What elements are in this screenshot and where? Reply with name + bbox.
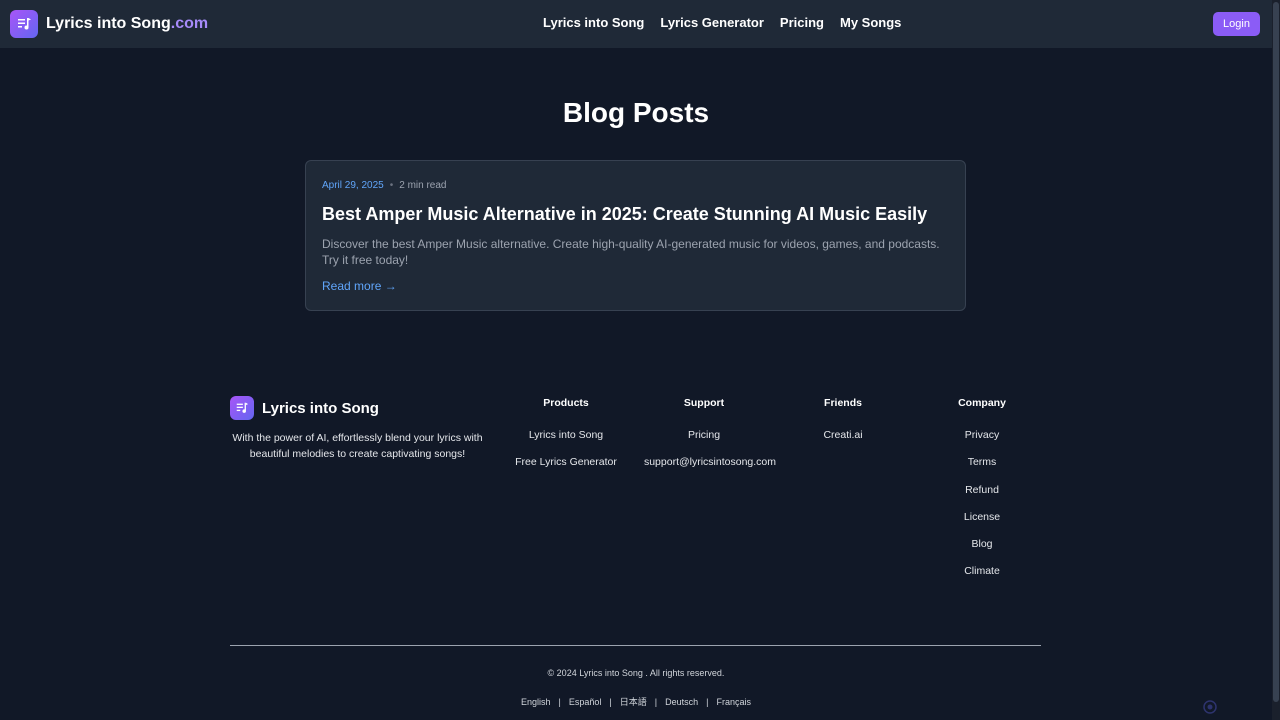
main-nav: Lyrics into Song Lyrics Generator Pricin… bbox=[543, 15, 901, 30]
language-japanese[interactable]: 日本語 bbox=[620, 697, 647, 707]
top-navbar: Lyrics into Song.com Lyrics into Song Ly… bbox=[0, 0, 1272, 48]
site-logo[interactable]: Lyrics into Song.com bbox=[10, 10, 208, 38]
footer-link-privacy[interactable]: Privacy bbox=[897, 429, 1067, 456]
footer-link-terms[interactable]: Terms bbox=[897, 456, 1067, 483]
language-english[interactable]: English bbox=[521, 697, 551, 707]
post-meta: April 29, 2025 • 2 min read bbox=[322, 180, 446, 191]
nav-my-songs[interactable]: My Songs bbox=[840, 15, 901, 30]
footer-brand-name: Lyrics into Song bbox=[262, 399, 379, 417]
language-separator: | bbox=[609, 697, 612, 707]
footer-description: With the power of AI, effortlessly blend… bbox=[232, 432, 483, 460]
footer-link-refund[interactable]: Refund bbox=[897, 484, 1067, 511]
page-title: Blog Posts bbox=[562, 97, 710, 128]
post-excerpt: Discover the best Amper Music alternativ… bbox=[322, 237, 940, 267]
language-francais[interactable]: Français bbox=[716, 697, 751, 707]
footer-heading-company: Company bbox=[958, 397, 1006, 409]
nav-pricing[interactable]: Pricing bbox=[780, 15, 824, 30]
music-note-icon bbox=[10, 10, 38, 38]
language-espanol[interactable]: Español bbox=[569, 697, 602, 707]
language-deutsch[interactable]: Deutsch bbox=[665, 697, 698, 707]
widget-icon[interactable] bbox=[1203, 700, 1217, 714]
footer-brand[interactable]: Lyrics into Song bbox=[230, 396, 379, 420]
login-button[interactable]: Login bbox=[1213, 12, 1260, 36]
language-separator: | bbox=[558, 697, 561, 707]
music-note-icon bbox=[230, 396, 254, 420]
post-date: April 29, 2025 bbox=[322, 180, 384, 191]
post-read-time: 2 min read bbox=[399, 180, 447, 191]
footer-link-support-email[interactable]: support@lyricsintosong.com bbox=[631, 456, 789, 483]
footer-link-blog[interactable]: Blog bbox=[897, 538, 1067, 565]
nav-lyrics-generator[interactable]: Lyrics Generator bbox=[660, 15, 764, 30]
scrollbar-thumb[interactable] bbox=[1273, 2, 1279, 702]
nav-lyrics-into-song[interactable]: Lyrics into Song bbox=[543, 15, 644, 30]
footer-divider bbox=[230, 645, 1041, 646]
logo-text: Lyrics into Song.com bbox=[46, 15, 209, 32]
language-separator: | bbox=[654, 697, 658, 707]
blog-post-card[interactable]: April 29, 2025 • 2 min read Best Amper M… bbox=[305, 160, 966, 311]
language-separator: | bbox=[706, 697, 709, 707]
language-switcher: English | Español | 日本語 | Deutsch | Français bbox=[0, 695, 1272, 708]
page-scrollbar[interactable] bbox=[1272, 0, 1280, 720]
dot-separator: • bbox=[389, 180, 394, 191]
footer-column-company: Company Privacy Terms Refund License Blo… bbox=[897, 397, 1067, 593]
footer-link-license[interactable]: License bbox=[897, 511, 1067, 538]
copyright-text: © 2024 Lyrics into Song . All rights res… bbox=[547, 668, 725, 678]
read-more-link[interactable]: Read more → bbox=[322, 279, 397, 293]
post-title[interactable]: Best Amper Music Alternative in 2025: Cr… bbox=[322, 204, 927, 225]
footer-link-climate[interactable]: Climate bbox=[897, 565, 1067, 592]
